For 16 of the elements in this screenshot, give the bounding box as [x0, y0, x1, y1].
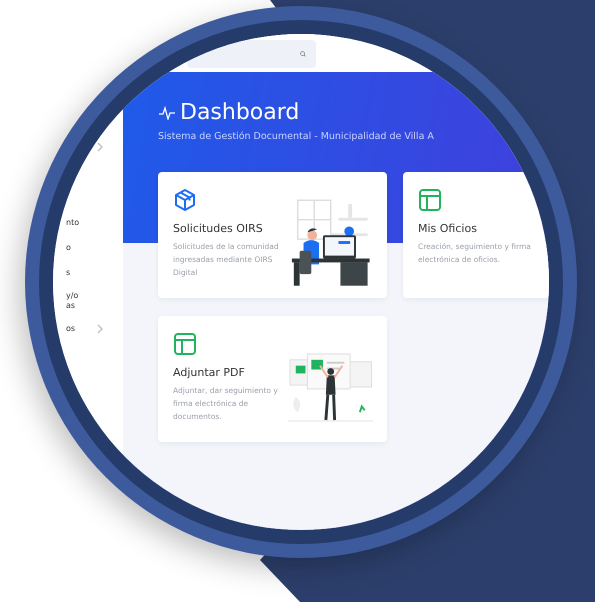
pulse-icon — [158, 106, 176, 120]
search-icon[interactable] — [300, 49, 306, 59]
layout-icon — [418, 188, 442, 212]
sidebar-item[interactable]: s — [66, 268, 70, 278]
search-field[interactable] — [187, 40, 316, 68]
page-title: Dashboard — [180, 100, 300, 125]
sidebar-item[interactable]: o — [66, 243, 71, 253]
sidebar-item[interactable]: nto — [66, 218, 80, 228]
card-title: Solicitudes OIRS — [173, 222, 264, 235]
card-title: Mis Oficios — [418, 222, 478, 235]
box-icon — [173, 188, 197, 212]
sidebar-item[interactable]: y/o as — [66, 291, 78, 311]
layout-icon — [173, 332, 197, 356]
page-subtitle: Sistema de Gestión Documental - Municipalidad de Villa A — [158, 131, 435, 142]
card-title: Adjuntar PDF — [173, 366, 246, 379]
sidebar-item[interactable]: os — [66, 324, 76, 334]
